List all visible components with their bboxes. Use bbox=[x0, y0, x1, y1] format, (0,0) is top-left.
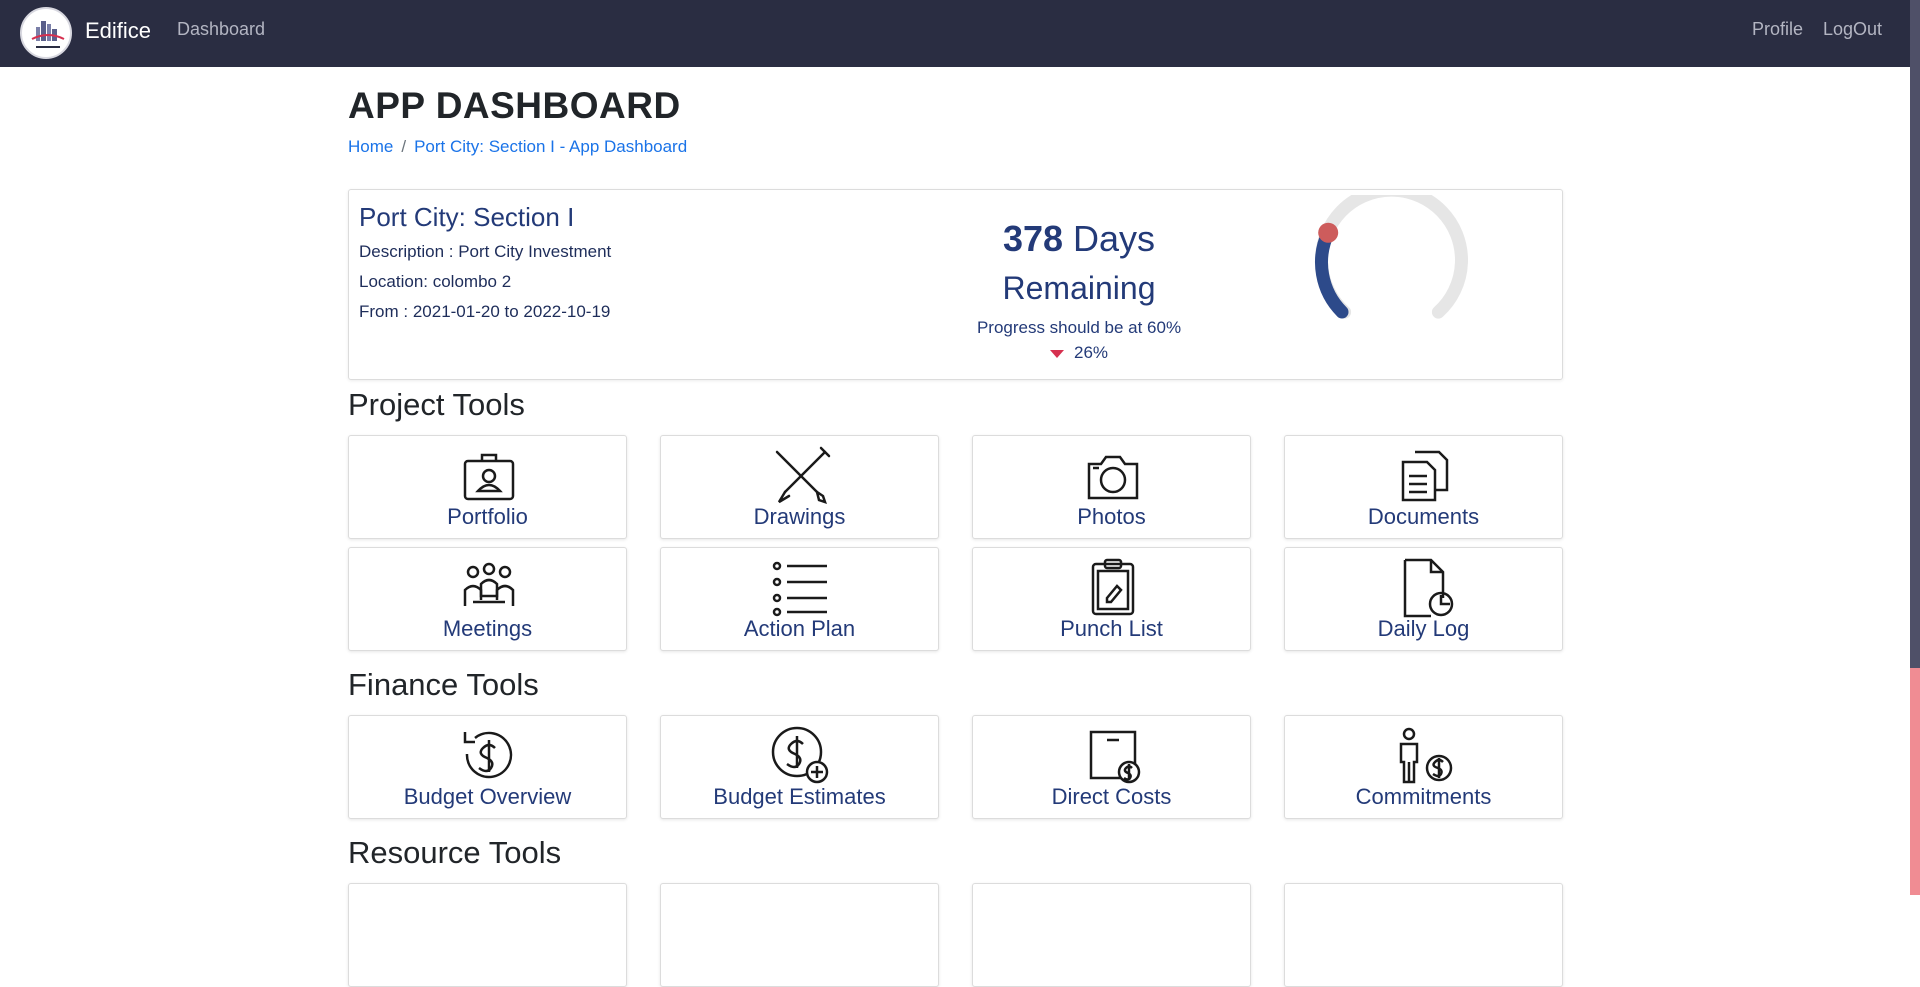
nav-dashboard-link[interactable]: Dashboard bbox=[177, 19, 265, 40]
tile-label-meetings: Meetings bbox=[442, 616, 533, 641]
tile-direct-costs[interactable]: Direct Costs bbox=[972, 715, 1251, 819]
tile-daily-log[interactable]: Daily Log bbox=[1284, 547, 1563, 651]
section-finance-tools: Finance Tools bbox=[348, 667, 539, 702]
tile-label-direct-costs: Direct Costs bbox=[1051, 784, 1172, 809]
tile-commitments[interactable]: Commitments bbox=[1284, 715, 1563, 819]
down-arrow-icon bbox=[1049, 349, 1064, 358]
tile-budget-estimates[interactable]: Budget Estimates bbox=[660, 715, 939, 819]
scrollbar-thumb[interactable] bbox=[1910, 668, 1920, 895]
project-info-card: Port City: Section I Description : Port … bbox=[348, 189, 1563, 380]
tile-label-documents: Documents bbox=[1367, 504, 1480, 529]
breadcrumb-separator: / bbox=[401, 137, 407, 156]
portfolio-icon bbox=[463, 453, 515, 501]
tile-resource-3[interactable] bbox=[972, 883, 1251, 987]
gauge-track bbox=[1315, 195, 1468, 319]
tile-resource-1[interactable] bbox=[348, 883, 627, 987]
meeting-people-icon bbox=[463, 562, 515, 606]
days-label: Days bbox=[1073, 218, 1156, 259]
breadcrumb-home[interactable]: Home bbox=[348, 137, 393, 156]
documents-icon bbox=[1401, 450, 1449, 502]
days-number: 378 bbox=[1002, 218, 1064, 259]
pencil-brush-icon bbox=[775, 446, 831, 504]
actual-progress: 26% bbox=[929, 343, 1229, 363]
tile-punch-list[interactable]: Punch List bbox=[972, 547, 1251, 651]
document-clock-icon bbox=[1403, 558, 1454, 618]
tile-label-commitments: Commitments bbox=[1355, 784, 1492, 809]
gauge-fill bbox=[1315, 226, 1349, 319]
clipboard-pencil-icon bbox=[1091, 558, 1135, 616]
brand-name[interactable]: Edifice bbox=[85, 18, 151, 44]
tile-label-budget-estimates: Budget Estimates bbox=[713, 784, 886, 809]
tile-resource-4[interactable] bbox=[1284, 883, 1563, 987]
tile-label-drawings: Drawings bbox=[753, 504, 846, 529]
breadcrumb-current[interactable]: Port City: Section I - App Dashboard bbox=[414, 137, 687, 156]
tile-budget-overview[interactable]: Budget Overview bbox=[348, 715, 627, 819]
tile-action-plan[interactable]: Action Plan bbox=[660, 547, 939, 651]
progress-gauge bbox=[1315, 195, 1468, 319]
nav-logout-link[interactable]: LogOut bbox=[1823, 19, 1882, 40]
actual-progress-value: 26% bbox=[1073, 343, 1109, 362]
nav-profile-link[interactable]: Profile bbox=[1752, 19, 1803, 40]
tile-label-photos: Photos bbox=[1077, 504, 1146, 529]
dollar-plus-icon bbox=[771, 726, 829, 784]
dollar-history-icon bbox=[463, 731, 513, 779]
page-title: APP DASHBOARD bbox=[348, 85, 681, 126]
tile-label-daily-log: Daily Log bbox=[1377, 616, 1470, 641]
section-project-tools: Project Tools bbox=[348, 387, 525, 422]
tile-photos[interactable]: Photos bbox=[972, 435, 1251, 539]
tile-label-budget-overview: Budget Overview bbox=[403, 784, 572, 809]
tile-meetings[interactable]: Meetings bbox=[348, 547, 627, 651]
person-dollar-icon bbox=[1399, 727, 1453, 784]
breadcrumb: Home / Port City: Section I - App Dashboar… bbox=[348, 137, 687, 157]
project-description: Description : Port City Investment bbox=[359, 242, 612, 261]
tile-resource-2[interactable] bbox=[660, 883, 939, 987]
tile-label-action-plan: Action Plan bbox=[743, 616, 856, 641]
box-dollar-icon bbox=[1089, 730, 1141, 784]
tile-label-punch-list: Punch List bbox=[1060, 616, 1163, 641]
tile-drawings[interactable]: Drawings bbox=[660, 435, 939, 539]
edifice-logo[interactable] bbox=[20, 7, 72, 59]
camera-icon bbox=[1087, 455, 1139, 500]
top-navbar: Edifice Dashboard Profile LogOut bbox=[0, 0, 1910, 67]
project-name: Port City: Section I bbox=[359, 202, 575, 232]
project-dates: From : 2021-01-20 to 2022-10-19 bbox=[359, 302, 611, 321]
days-remaining-count: 378 Days bbox=[929, 218, 1229, 260]
section-resource-tools: Resource Tools bbox=[348, 835, 562, 870]
gauge-marker bbox=[1318, 222, 1339, 243]
tile-portfolio[interactable]: Portfolio bbox=[348, 435, 627, 539]
tile-label-portfolio: Portfolio bbox=[447, 504, 528, 529]
expected-progress: Progress should be at 60% bbox=[976, 318, 1182, 337]
remaining-label: Remaining bbox=[1002, 270, 1156, 306]
list-icon bbox=[772, 561, 827, 617]
project-location: Location: colombo 2 bbox=[359, 272, 512, 291]
tile-documents[interactable]: Documents bbox=[1284, 435, 1563, 539]
